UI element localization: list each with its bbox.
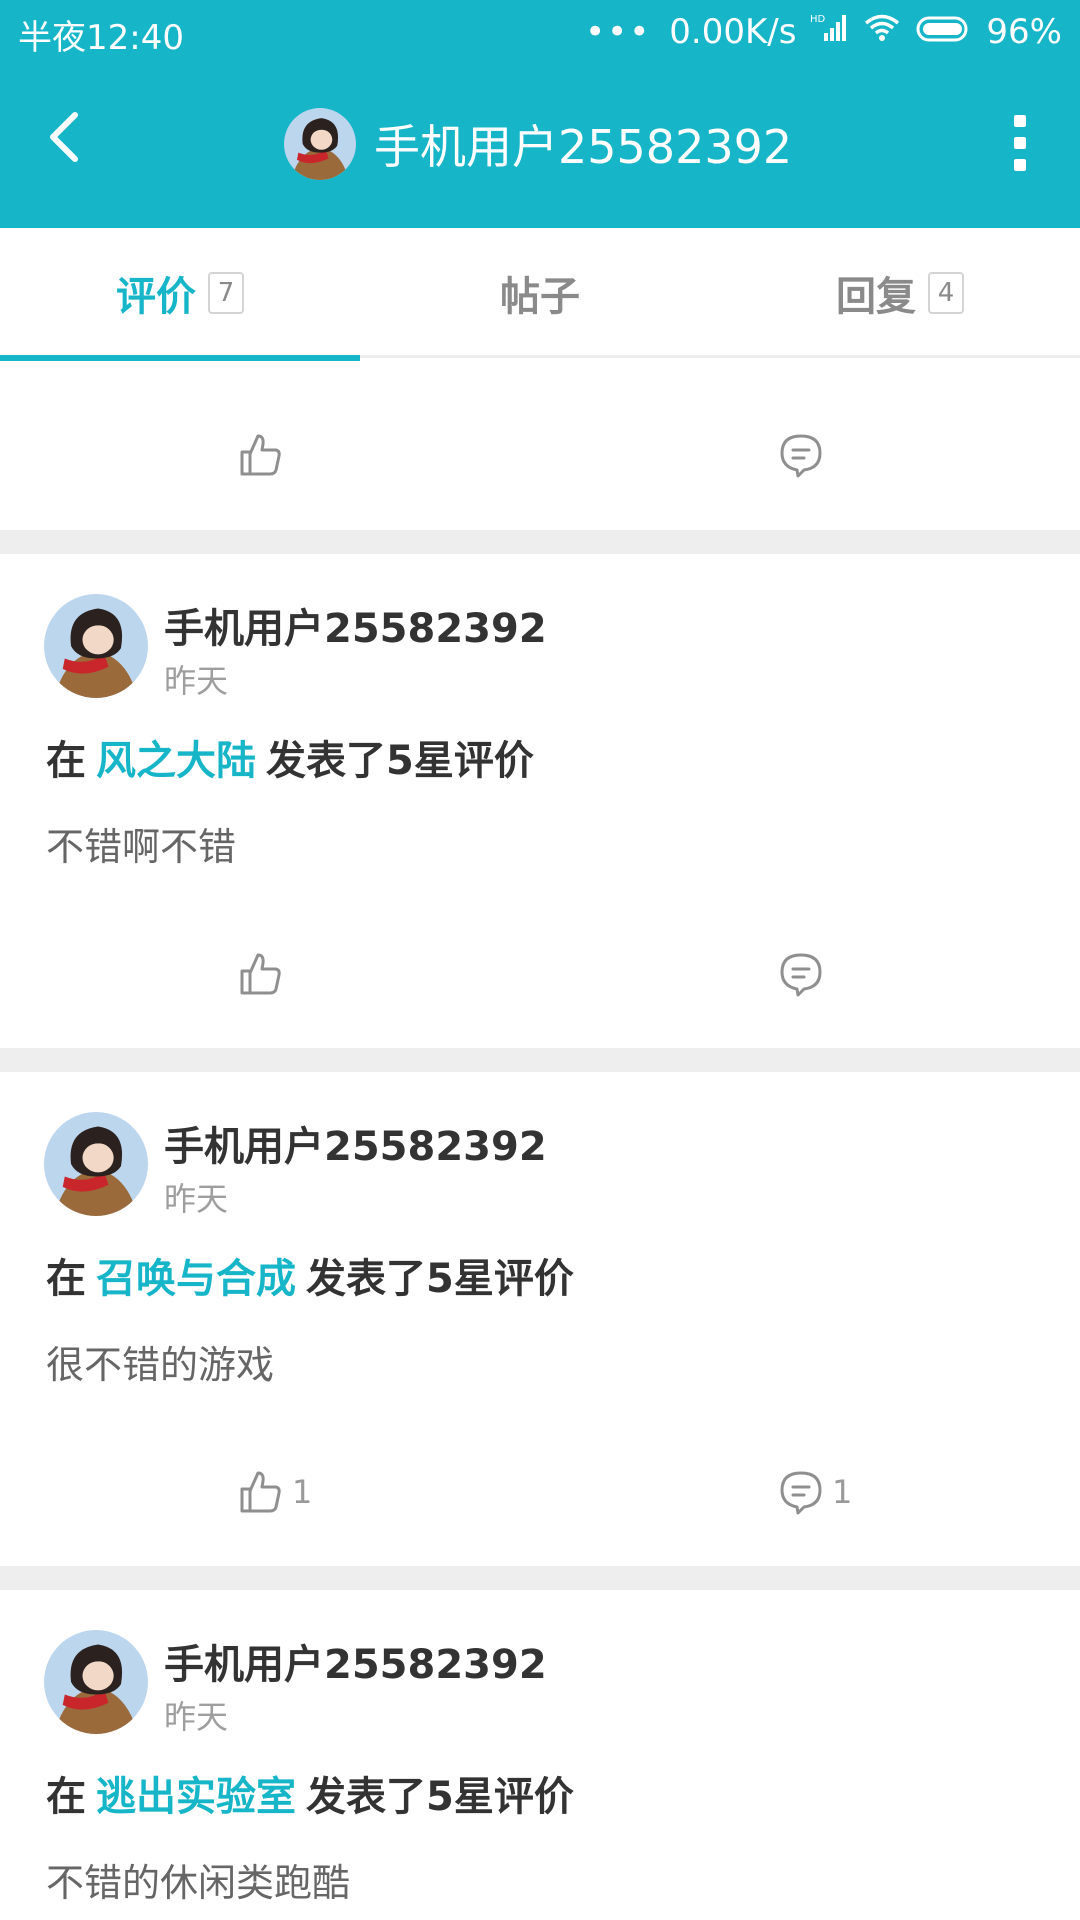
- game-link[interactable]: 逃出实验室: [96, 1774, 296, 1820]
- page-title: 手机用户25582392: [374, 120, 793, 174]
- avatar[interactable]: [44, 594, 148, 698]
- tab-label: 帖子: [500, 274, 580, 320]
- review-summary: 在逃出实验室 发表了5星评价: [46, 1764, 574, 1822]
- more-vert-icon: [1014, 115, 1026, 127]
- wifi-icon: [862, 12, 902, 52]
- more-notifications-icon: •••: [585, 12, 652, 52]
- review-card: 手机用户25582392 昨天 在召唤与合成 发表了5星评价 很不错的游戏 1 1: [0, 1072, 1080, 1566]
- thumbs-up-icon: [240, 953, 281, 995]
- battery-icon: [916, 12, 972, 52]
- comment-count: 1: [832, 1473, 853, 1511]
- divider: [0, 530, 1080, 554]
- avatar[interactable]: [44, 1112, 148, 1216]
- divider: [0, 1048, 1080, 1072]
- tab-reviews[interactable]: 评价 7: [0, 228, 360, 361]
- network-speed: 0.00K/s: [669, 12, 797, 52]
- comment-button[interactable]: 1: [778, 1442, 852, 1542]
- tab-bar: 评价 7 帖子 回复 4: [0, 228, 1080, 361]
- username[interactable]: 手机用户25582392: [164, 1632, 547, 1690]
- like-count: 1: [292, 1473, 313, 1511]
- thumbs-up-icon: [240, 1471, 281, 1513]
- username[interactable]: 手机用户25582392: [164, 596, 547, 654]
- game-link[interactable]: 召唤与合成: [96, 1256, 296, 1302]
- comment-icon: [780, 1471, 822, 1515]
- profile-title: 手机用户25582392: [284, 106, 792, 182]
- post-time: 昨天: [164, 1180, 229, 1218]
- network-type-label: HD: [810, 14, 826, 25]
- signal-icon: HD: [810, 12, 848, 52]
- divider: [0, 1566, 1080, 1590]
- app-bar: 手机用户25582392: [0, 62, 1080, 228]
- suffix-text: 发表了5星评价: [306, 1774, 574, 1820]
- chevron-left-icon: [50, 112, 78, 162]
- tab-indicator: [0, 355, 360, 361]
- avatar[interactable]: [284, 108, 356, 180]
- review-card: 手机用户25582392 昨天 在逃出实验室 发表了5星评价 不错的休闲类跑酷: [0, 1590, 1080, 1920]
- comment-button[interactable]: [778, 924, 832, 1024]
- tab-label: 回复: [836, 274, 916, 320]
- post-time: 昨天: [164, 1698, 229, 1736]
- comment-button[interactable]: [778, 405, 824, 505]
- review-text[interactable]: 很不错的游戏: [46, 1334, 274, 1389]
- prefix-text: 在: [46, 1774, 86, 1820]
- like-button[interactable]: [238, 405, 284, 505]
- review-text[interactable]: 不错啊不错: [46, 816, 236, 871]
- card-actions: [0, 924, 1080, 1024]
- status-icons: ••• 0.00K/s HD 96%: [585, 10, 1062, 54]
- avatar[interactable]: [44, 1630, 148, 1734]
- review-summary: 在召唤与合成 发表了5星评价: [46, 1246, 574, 1304]
- more-options-button[interactable]: [1000, 108, 1040, 178]
- suffix-text: 发表了5星评价: [266, 738, 534, 784]
- back-button[interactable]: [30, 102, 100, 172]
- card-actions: 1 1: [0, 1442, 1080, 1542]
- tab-count-badge: 7: [208, 272, 244, 314]
- tab-posts[interactable]: 帖子: [360, 228, 720, 358]
- battery-percent: 96%: [986, 12, 1062, 52]
- status-time: 半夜12:40: [18, 18, 184, 58]
- thumbs-up-icon: [240, 434, 281, 476]
- tab-count-badge: 4: [928, 272, 964, 314]
- game-link[interactable]: 风之大陆: [96, 738, 256, 784]
- post-time: 昨天: [164, 662, 229, 700]
- tab-label: 评价: [116, 274, 196, 320]
- status-bar: 半夜12:40 ••• 0.00K/s HD 96%: [0, 0, 1080, 62]
- header: 半夜12:40 ••• 0.00K/s HD 96% 手机用户25582392: [0, 0, 1080, 228]
- username[interactable]: 手机用户25582392: [164, 1114, 547, 1172]
- suffix-text: 发表了5星评价: [306, 1256, 574, 1302]
- like-button[interactable]: [238, 924, 292, 1024]
- prefix-text: 在: [46, 738, 86, 784]
- tab-replies[interactable]: 回复 4: [720, 228, 1080, 358]
- review-text[interactable]: 不错的休闲类跑酷: [46, 1852, 350, 1907]
- prefix-text: 在: [46, 1256, 86, 1302]
- previous-card-actions: [0, 405, 1080, 505]
- comment-icon: [780, 953, 822, 997]
- like-button[interactable]: 1: [238, 1442, 312, 1542]
- comment-icon: [780, 434, 822, 478]
- review-summary: 在风之大陆 发表了5星评价: [46, 728, 534, 786]
- review-card: 手机用户25582392 昨天 在风之大陆 发表了5星评价 不错啊不错: [0, 554, 1080, 1048]
